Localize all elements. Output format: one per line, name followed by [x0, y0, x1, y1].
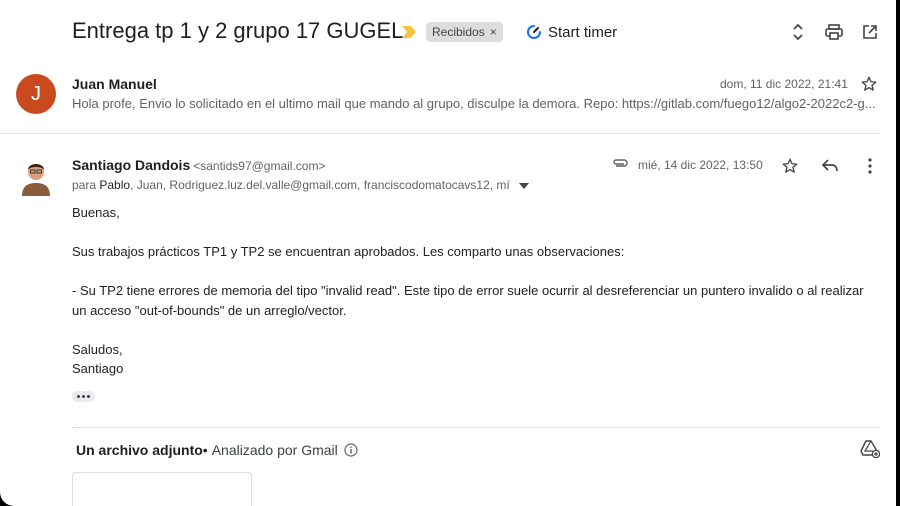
- reply-icon[interactable]: [819, 155, 841, 177]
- star-icon[interactable]: [860, 75, 878, 93]
- attachment-card[interactable]: [72, 472, 252, 506]
- start-timer-button[interactable]: Start timer: [526, 21, 617, 43]
- open-in-new-window-icon[interactable]: [858, 20, 882, 44]
- message-date: dom, 11 dic 2022, 21:41: [720, 77, 848, 91]
- add-to-drive-icon[interactable]: [860, 440, 880, 458]
- gmail-thread-view: Entrega tp 1 y 2 grupo 17 GUGEL Recibido…: [0, 0, 896, 506]
- star-icon[interactable]: [779, 155, 801, 177]
- divider: [72, 427, 880, 428]
- sender[interactable]: Santiago Dandois <santids97@gmail.com>: [72, 157, 325, 173]
- body-closing: Saludos,: [72, 342, 123, 357]
- body-signature: Santiago: [72, 361, 124, 376]
- sender-name[interactable]: Santiago Dandois: [72, 157, 190, 173]
- avatar[interactable]: J: [16, 74, 56, 114]
- recipient-first: Pablo: [99, 178, 131, 192]
- sender-email: <santids97@gmail.com>: [193, 159, 326, 173]
- chevron-down-icon[interactable]: [519, 182, 530, 189]
- recipients-rest: , Juan, Rodriguez.luz.del.valle@gmail.co…: [130, 178, 510, 192]
- body-paragraph: - Su TP2 tiene errores de memoria del ti…: [72, 283, 864, 298]
- recipients-prefix: para: [72, 178, 97, 192]
- label-chip-text: Recibidos: [432, 25, 485, 39]
- label-chip-inbox[interactable]: Recibidos ×: [426, 22, 503, 42]
- message-date: mié, 14 dic 2022, 13:50: [638, 158, 763, 172]
- body-paragraph: un acceso "out-of-bounds" de un arreglo/…: [72, 303, 347, 318]
- expand-collapse-icon[interactable]: [786, 20, 810, 44]
- attachment-icon: [613, 159, 628, 167]
- sender-name[interactable]: Juan Manuel: [72, 76, 157, 92]
- print-icon[interactable]: [822, 20, 846, 44]
- show-trimmed-content-button[interactable]: [72, 391, 95, 402]
- attachments-separator: •: [202, 442, 208, 458]
- scan-status: Analizado por Gmail: [211, 442, 338, 458]
- attachments-header: Un archivo adjunto • Analizado por Gmail: [76, 442, 358, 458]
- more-options-icon[interactable]: [859, 155, 881, 177]
- body-greeting: Buenas,: [72, 205, 120, 220]
- timer-icon: [527, 25, 541, 39]
- body-paragraph: Sus trabajos prácticos TP1 y TP2 se encu…: [72, 244, 625, 259]
- divider: [0, 133, 880, 134]
- thread-subject: Entrega tp 1 y 2 grupo 17 GUGEL: [72, 18, 404, 43]
- recipients-line[interactable]: para Pablo, Juan, Rodriguez.luz.del.vall…: [72, 178, 530, 192]
- remove-label-button[interactable]: ×: [490, 25, 497, 39]
- attachments-title: Un archivo adjunto: [76, 442, 203, 458]
- timer-label: Start timer: [548, 23, 618, 41]
- info-icon[interactable]: [344, 443, 358, 457]
- avatar[interactable]: [18, 156, 54, 196]
- message-snippet[interactable]: Hola profe, Envio lo solicitado en el ul…: [72, 96, 880, 111]
- importance-marker-icon[interactable]: [402, 26, 416, 38]
